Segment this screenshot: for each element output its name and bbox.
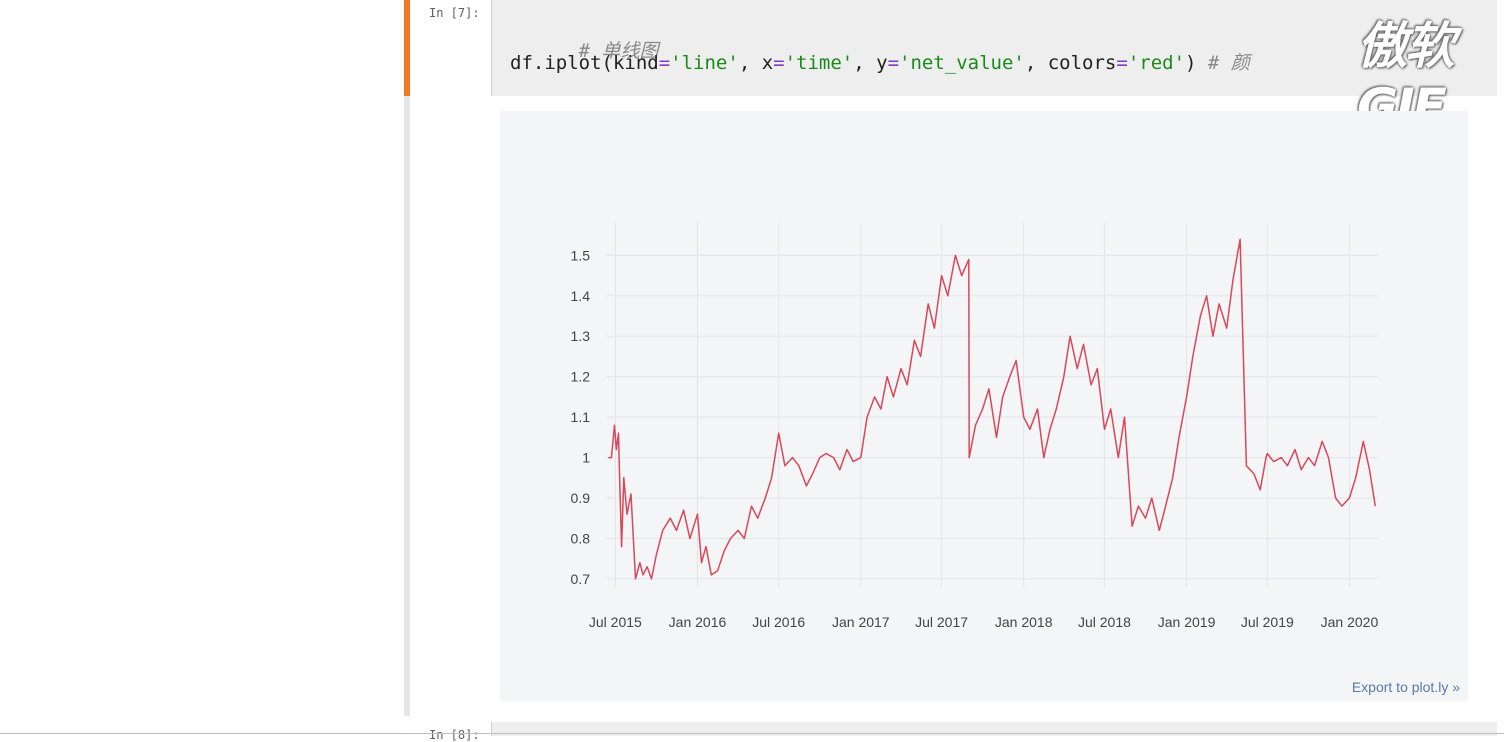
y-tick-label: 0.7	[571, 571, 591, 587]
code-token: , x	[738, 52, 774, 74]
y-tick-label: 1	[582, 450, 590, 466]
code-token: , colors	[1024, 52, 1117, 74]
x-tick-label: Jan 2016	[669, 614, 727, 630]
cell-prompt: In [8]:	[429, 728, 480, 742]
x-tick-label: Jan 2018	[995, 614, 1053, 630]
code-string: 'time'	[784, 52, 854, 74]
code-comment: # 颜	[1207, 52, 1250, 74]
cell-prompt: In [7]:	[429, 6, 480, 20]
code-token: =	[658, 52, 671, 74]
notebook-cell-7[interactable]: In [7]: # 单线图 df.iplot(kind='line', x='t…	[404, 0, 1497, 716]
x-tick-label: Jul 2019	[1241, 614, 1294, 630]
code-token: df.iplot(kind	[510, 52, 659, 74]
y-tick-label: 0.9	[571, 490, 591, 506]
x-tick-label: Jul 2015	[589, 614, 642, 630]
code-token: )	[1185, 52, 1208, 74]
export-to-plotly-link[interactable]: Export to plot.ly »	[1352, 679, 1460, 695]
code-input[interactable]: # 单线图 df.iplot(kind='line', x='time', y=…	[491, 0, 1497, 136]
line-chart[interactable]: Jul 2015 Jan 2016 Jul 2016 Jan 2017 Jul 2017…	[500, 111, 1468, 701]
x-tick-label: Jan 2020	[1321, 614, 1379, 630]
series-line-net-value	[608, 238, 1377, 580]
code-line-2: df.iplot(kind='line', x='time', y='net_v…	[510, 48, 1250, 75]
code-string: 'line'	[670, 52, 739, 74]
y-tick-label: 0.8	[571, 530, 591, 546]
x-tick-label: Jan 2017	[832, 614, 890, 630]
code-string: 'net_value'	[899, 52, 1025, 74]
window-bottom-border	[0, 733, 1504, 734]
y-tick-label: 1.1	[571, 409, 591, 425]
code-token: =	[773, 52, 785, 74]
cell-selected-indicator	[404, 0, 410, 96]
x-tick-label: Jul 2018	[1078, 614, 1131, 630]
plot-output[interactable]: Jul 2015 Jan 2016 Jul 2016 Jan 2017 Jul 2017…	[500, 111, 1468, 701]
x-tick-label: Jul 2016	[752, 614, 805, 630]
y-tick-label: 1.4	[571, 288, 591, 304]
code-token: , y	[853, 52, 888, 74]
cell-output-indicator	[404, 96, 410, 716]
y-tick-label: 1.5	[571, 247, 591, 263]
y-tick-label: 1.3	[571, 328, 591, 344]
code-token: =	[887, 52, 900, 74]
x-tick-label: Jan 2019	[1158, 614, 1216, 630]
y-tick-label: 1.2	[571, 369, 591, 385]
x-tick-label: Jul 2017	[915, 614, 968, 630]
code-string: 'red'	[1127, 52, 1186, 74]
code-token: =	[1116, 52, 1128, 74]
